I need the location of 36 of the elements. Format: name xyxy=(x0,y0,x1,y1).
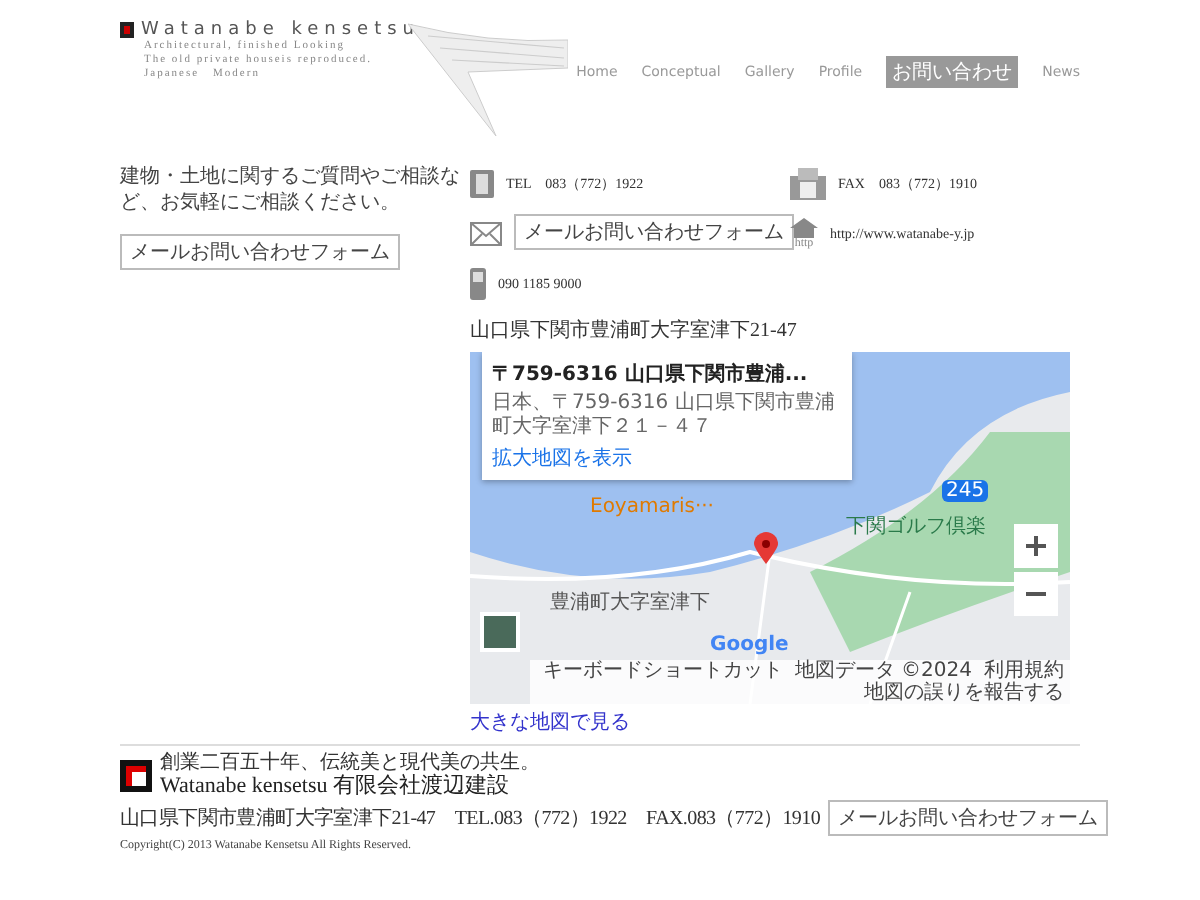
map-attribution[interactable]: 利用規約 xyxy=(984,660,1064,682)
house-icon xyxy=(790,218,818,238)
town-label: 豊浦町大字室津下 xyxy=(550,589,710,616)
mobile-phone-icon xyxy=(470,268,486,300)
contact-form-button[interactable]: メールお問い合わせフォーム xyxy=(120,234,400,270)
map-attribution[interactable]: キーボードショートカット xyxy=(542,660,783,682)
zoom-in-button[interactable] xyxy=(1014,524,1058,568)
satellite-thumbnail[interactable] xyxy=(480,612,520,652)
map-attribution[interactable]: 地図データ ©2024 xyxy=(794,660,972,682)
footer-address: 山口県下関市豊浦町大字室津下21-47 TEL.083（772）1922 FAX.083（772）1910 xyxy=(120,805,821,832)
company-name: Watanabe kensetsu 有限会社渡辺建設 xyxy=(160,774,511,800)
map-attribution[interactable]: 地図の誤りを報告する xyxy=(864,682,1064,704)
place-label: Eoyamaris··· xyxy=(590,496,714,518)
map[interactable]: Eoyamaris··· 下関ゴルフ倶楽 豊浦町大字室津下 245 〒759-6316 山口県下関市豊浦... 日本、〒759-6316 山口県下関市豊浦町大字室津下２１－４７ 拡大地図を表示 Google キーボードショートカット 地図データ ©2024 利用規約 地図の誤りを報告する xyxy=(470,352,1070,704)
logo-mark-icon xyxy=(120,760,152,792)
card-title: 〒759-6316 山口県下関市豊浦... xyxy=(492,360,810,388)
phone-icon xyxy=(470,168,494,200)
road-number: 245 xyxy=(942,480,989,502)
zoom-out-button[interactable] xyxy=(1014,572,1058,616)
address-text: 山口県下関市豊浦町大字室津下21-47 xyxy=(470,317,799,344)
logo-text: Watanabe kensetsu xyxy=(141,20,420,40)
larger-map-link[interactable]: 拡大地図を表示 xyxy=(492,444,842,472)
logo-mark-icon xyxy=(120,22,133,38)
intro-text: 建物・土地に関するご質問やご相談など、お気軽にご相談ください。 xyxy=(120,164,460,216)
map-pin-icon xyxy=(754,532,778,564)
contact-form-button[interactable]: メールお問い合わせフォーム xyxy=(828,800,1109,836)
card-address: 日本、〒759-6316 山口県下関市豊浦町大字室津下２１－４７ xyxy=(492,392,837,440)
contact-form-button[interactable]: メールお問い合わせフォーム xyxy=(514,214,794,250)
larger-map-link[interactable]: 大きな地図で見る xyxy=(470,708,1080,736)
golf-course-label: 下関ゴルフ倶楽 xyxy=(846,514,986,540)
map-logo: Google xyxy=(710,634,789,656)
fax-icon xyxy=(790,168,826,200)
minus-icon xyxy=(1026,592,1046,596)
plus-icon xyxy=(1026,536,1046,556)
footer-tagline: 創業二百五十年、伝統美と現代美の共生。 xyxy=(160,752,540,774)
mail-icon xyxy=(470,222,502,246)
